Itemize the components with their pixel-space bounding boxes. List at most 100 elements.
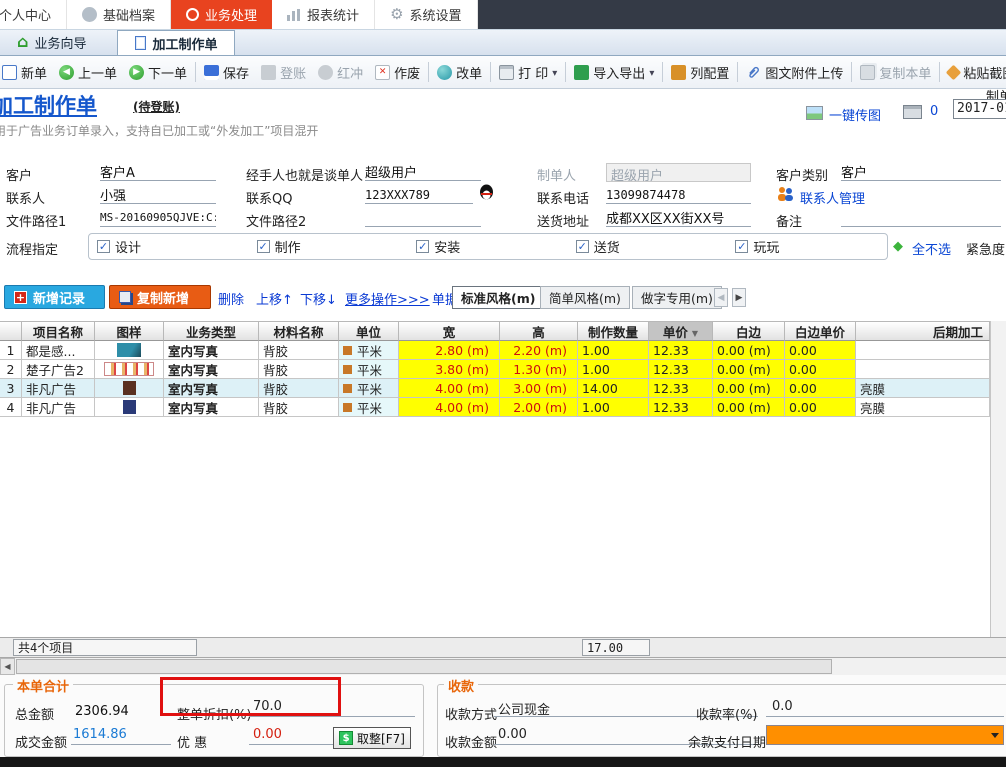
cell-qty[interactable]: 1.00 — [578, 341, 649, 360]
attachment-upload-button[interactable]: 图文附件上传 — [740, 63, 849, 82]
qq-penguin-icon[interactable] — [479, 184, 494, 201]
col-header-edge[interactable]: 白边 — [713, 321, 785, 341]
col-header-height[interactable]: 高 — [500, 321, 578, 341]
cell-edge[interactable]: 0.00 (m) — [713, 398, 785, 417]
col-header-post-process[interactable]: 后期加工 — [856, 321, 990, 341]
nav-basic-archives[interactable]: 基础档案 — [67, 0, 171, 29]
col-header-qty[interactable]: 制作数量 — [578, 321, 649, 341]
col-header-material[interactable]: 材料名称 — [259, 321, 339, 341]
checkbox-checked-icon[interactable] — [576, 240, 589, 253]
cell-height[interactable]: 2.20 (m) — [500, 341, 578, 360]
prev-order-button[interactable]: 上一单 — [53, 63, 123, 82]
process-option-production[interactable]: 制作 — [249, 237, 409, 256]
process-option-delivery[interactable]: 送货 — [568, 237, 728, 256]
checkbox-checked-icon[interactable] — [735, 240, 748, 253]
delete-link[interactable]: 删除 — [218, 289, 244, 308]
category-field[interactable]: 客户 — [841, 162, 1001, 181]
copy-add-button[interactable]: 复制新增 — [109, 285, 211, 309]
scroll-left-button[interactable] — [0, 658, 15, 675]
cell-height[interactable]: 2.00 (m) — [500, 398, 578, 417]
order-date-field[interactable]: 2017-01-0 — [953, 99, 1006, 119]
round-off-button[interactable]: 取整[F7] — [333, 727, 411, 749]
cell-name[interactable]: 非凡广告 — [22, 398, 95, 417]
contact-field[interactable]: 小强 — [100, 185, 216, 204]
cell-sample[interactable] — [95, 360, 164, 379]
remark-field[interactable] — [841, 208, 1001, 227]
cell-edge-price[interactable]: 0.00 — [785, 360, 856, 379]
save-button[interactable]: 保存 — [198, 63, 255, 82]
cell-qty[interactable]: 14.00 — [578, 379, 649, 398]
deselect-all-link[interactable]: 全不选 — [912, 239, 951, 258]
payment-rate-field[interactable]: 0.0 — [766, 699, 1004, 717]
phone-field[interactable]: 13099874478 — [606, 185, 751, 204]
cell-material[interactable]: 背胶 — [259, 398, 339, 417]
balance-date-dropdown[interactable] — [766, 725, 1004, 745]
paste-screenshot-button[interactable]: 粘贴截图 — [942, 63, 1006, 82]
preferential-field[interactable]: 0.00 — [249, 727, 333, 745]
cell-unit[interactable]: 平米 — [339, 398, 399, 417]
contact-mgmt-link[interactable]: 联系人管理 — [800, 188, 865, 207]
cell-width[interactable]: 4.00 (m) — [399, 379, 500, 398]
cell-width[interactable]: 4.00 (m) — [399, 398, 500, 417]
scrollbar-thumb[interactable] — [16, 659, 832, 674]
cell-price[interactable]: 12.33 — [649, 379, 713, 398]
cell-edge[interactable]: 0.00 (m) — [713, 379, 785, 398]
cell-type[interactable]: 室内写真 — [164, 360, 259, 379]
cell-material[interactable]: 背胶 — [259, 379, 339, 398]
checkbox-checked-icon[interactable] — [416, 240, 429, 253]
cell-type[interactable]: 室内写真 — [164, 398, 259, 417]
checkbox-checked-icon[interactable] — [97, 240, 110, 253]
cell-type[interactable]: 室内写真 — [164, 341, 259, 360]
process-option-play[interactable]: 玩玩 — [727, 237, 887, 256]
address-field[interactable]: 成都XX区XX街XX号 — [606, 208, 751, 227]
cell-unit[interactable]: 平米 — [339, 360, 399, 379]
cell-unit[interactable]: 平米 — [339, 379, 399, 398]
one-click-upload-link[interactable]: 一键传图 — [829, 105, 881, 124]
cell-name[interactable]: 楚子广告2 — [22, 360, 95, 379]
cell-edge[interactable]: 0.00 (m) — [713, 360, 785, 379]
cell-type[interactable]: 室内写真 — [164, 379, 259, 398]
move-up-link[interactable]: 上移↑ — [256, 289, 293, 308]
cell-height[interactable]: 3.00 (m) — [500, 379, 578, 398]
cell-name[interactable]: 非凡广告 — [22, 379, 95, 398]
col-header-price[interactable]: 单价 — [649, 321, 713, 341]
handler-field[interactable]: 超级用户 — [365, 162, 481, 181]
col-header-unit[interactable]: 单位 — [339, 321, 399, 341]
cell-qty[interactable]: 1.00 — [578, 398, 649, 417]
cell-qty[interactable]: 1.00 — [578, 360, 649, 379]
style-tab-lettering[interactable]: 做字专用(m) — [632, 286, 722, 309]
filepath1-field[interactable]: MS-20160905QJVE:C:\Users — [100, 208, 216, 227]
cell-sample[interactable] — [95, 379, 164, 398]
col-header-sample[interactable]: 图样 — [95, 321, 164, 341]
modify-order-button[interactable]: 改单 — [431, 63, 488, 82]
more-actions-link[interactable]: 更多操作>>> — [345, 289, 430, 308]
checkbox-checked-icon[interactable] — [257, 240, 270, 253]
column-config-button[interactable]: 列配置 — [665, 63, 735, 82]
cell-post-process[interactable]: 亮膜 — [856, 398, 990, 417]
cell-post-process[interactable]: 亮膜 — [856, 379, 990, 398]
cell-unit[interactable]: 平米 — [339, 341, 399, 360]
col-header-width[interactable]: 宽 — [399, 321, 500, 341]
cell-price[interactable]: 12.33 — [649, 398, 713, 417]
new-order-button[interactable]: 新单 — [0, 63, 53, 82]
process-option-install[interactable]: 安装 — [408, 237, 568, 256]
print-button[interactable]: 打 印 — [493, 63, 563, 82]
filepath2-field[interactable] — [365, 208, 481, 227]
row-num[interactable]: 4 — [0, 398, 22, 417]
col-header-edge-price[interactable]: 白边单价 — [785, 321, 856, 341]
nav-system-settings[interactable]: 系统设置 — [375, 0, 477, 29]
cell-edge[interactable]: 0.00 (m) — [713, 341, 785, 360]
cell-post-process[interactable] — [856, 341, 990, 360]
cell-material[interactable]: 背胶 — [259, 360, 339, 379]
add-record-button[interactable]: +新增记录 — [4, 285, 105, 309]
cell-price[interactable]: 12.33 — [649, 360, 713, 379]
cell-edge-price[interactable]: 0.00 — [785, 379, 856, 398]
tab-scroll-left-button[interactable] — [714, 288, 728, 307]
print-count-icon[interactable] — [903, 105, 922, 119]
cell-width[interactable]: 3.80 (m) — [399, 360, 500, 379]
tab-processing-order[interactable]: 加工制作单 — [117, 30, 235, 55]
tab-scroll-right-button[interactable] — [732, 288, 746, 307]
cell-sample[interactable] — [95, 398, 164, 417]
row-num[interactable]: 2 — [0, 360, 22, 379]
table-vertical-scrollbar[interactable] — [990, 321, 1006, 637]
